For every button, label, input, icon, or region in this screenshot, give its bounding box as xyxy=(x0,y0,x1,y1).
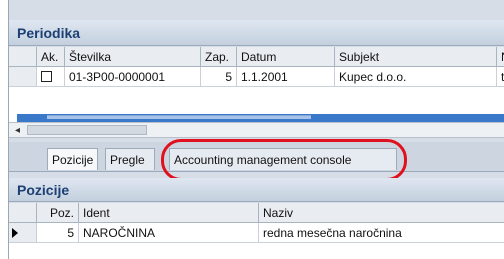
column-header-ak[interactable]: Ak. xyxy=(37,47,65,67)
column-header-subjekt[interactable]: Subjekt xyxy=(335,47,497,67)
scrollbar-thumb[interactable] xyxy=(27,125,147,135)
ident-cell: NAROČNINA xyxy=(79,223,259,243)
zap-cell: 5 xyxy=(201,67,237,87)
column-header-poz[interactable]: Poz. xyxy=(37,203,79,223)
column-header-n[interactable]: N xyxy=(497,47,504,67)
subjekt-cell: Kupec d.o.o. xyxy=(335,67,497,87)
selected-table-row[interactable]: ▬▬▬▬▬▬▬▬▬▬▬▬▬▬▬▬▬▬▬▬▬▬ xyxy=(17,114,504,122)
tab-pregled[interactable]: Pregle xyxy=(105,148,155,170)
scroll-left-icon[interactable]: ◂ xyxy=(15,125,20,136)
stevilka-cell: 01-3P00-0000001 xyxy=(65,67,201,87)
column-header-ident[interactable]: Ident xyxy=(79,203,259,223)
pozicije-panel-title: Pozicije xyxy=(9,178,504,202)
row-indicator-header xyxy=(9,47,37,67)
naziv-cell: redna mesečna naročnina xyxy=(259,223,504,243)
column-header-stevilka[interactable]: Številka xyxy=(65,47,201,67)
red-highlight-ellipse xyxy=(161,139,407,181)
current-row-pointer-icon xyxy=(12,228,18,238)
selected-row-obscured-text: ▬▬▬▬▬▬▬▬▬▬▬▬▬▬▬▬▬▬▬▬▬▬ xyxy=(47,114,311,122)
horizontal-scrollbar[interactable]: ◂ xyxy=(9,122,504,138)
app-frame: Periodika Ak. Številka Zap. Datum Subjek… xyxy=(8,0,504,259)
ak-cell xyxy=(37,67,65,87)
column-header-zap[interactable]: Zap. xyxy=(201,47,237,67)
periodika-panel-title: Periodika xyxy=(9,20,504,46)
poz-cell: 5 xyxy=(37,223,79,243)
n-cell: t xyxy=(497,67,504,87)
pozicije-grid: Poz. Ident Naziv 5 NAROČNINA redna meseč… xyxy=(9,203,504,259)
datum-cell: 1.1.2001 xyxy=(237,67,335,87)
column-header-naziv[interactable]: Naziv xyxy=(259,203,504,223)
tab-pozicije[interactable]: Pozicije xyxy=(47,148,99,170)
periodika-grid: Ak. Številka Zap. Datum Subjekt N 01-3P0… xyxy=(9,47,504,122)
column-header-datum[interactable]: Datum xyxy=(237,47,335,67)
ak-checkbox[interactable] xyxy=(41,71,52,82)
row-indicator xyxy=(9,67,37,87)
row-indicator-header xyxy=(9,203,37,223)
row-indicator xyxy=(9,223,37,243)
